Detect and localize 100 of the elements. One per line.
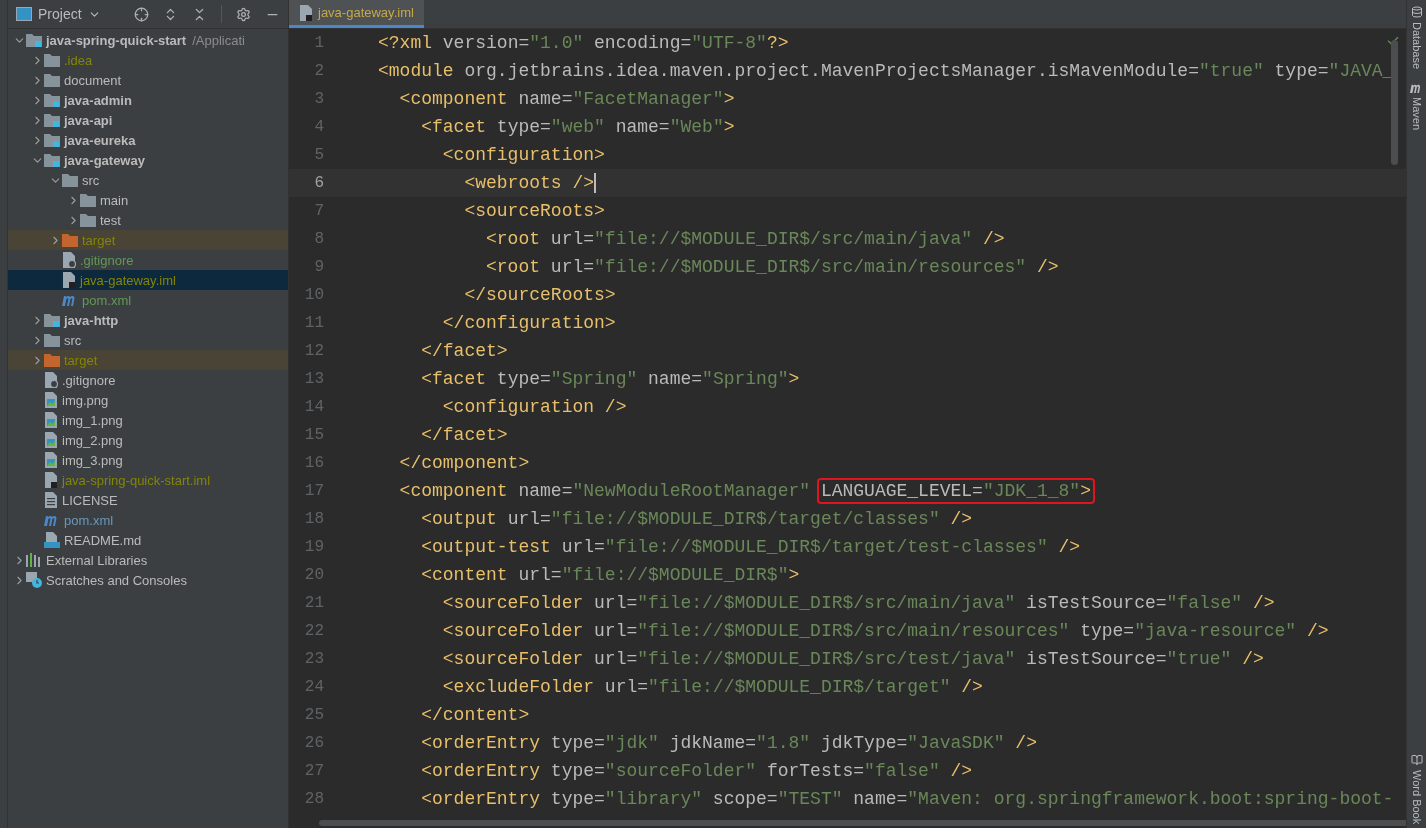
tree-item[interactable]: .gitignore: [8, 250, 288, 270]
tree-item-label: document: [64, 72, 122, 88]
code-line: <sourceFolder url="file://$MODULE_DIR$/src/test/java" isTestSource="true" />: [441, 649, 1264, 669]
module-folder-icon: [44, 93, 60, 107]
line-number: 22: [303, 622, 324, 640]
maven-icon: [1410, 83, 1423, 94]
code-line: <configuration />: [441, 397, 627, 417]
code-line: <orderEntry type="jdk" jdkName="1.8" jdkType="JavaSDK" />: [420, 733, 1037, 753]
tree-item-label: java-http: [64, 312, 119, 328]
folder-icon: [44, 73, 60, 87]
code-line: </facet>: [420, 341, 508, 361]
tree-item[interactable]: java-http: [8, 310, 288, 330]
tree-item[interactable]: document: [8, 70, 288, 90]
tree-item[interactable]: java-api: [8, 110, 288, 130]
tree-item[interactable]: README.md: [8, 530, 288, 550]
code-line: <orderEntry type="sourceFolder" forTests="false" />: [420, 761, 973, 781]
code-line: </content>: [420, 705, 530, 725]
file-icon: [44, 372, 58, 388]
tree-item[interactable]: java-gateway.iml: [8, 270, 288, 290]
tree-item-label: pom.xml: [64, 512, 114, 528]
tree-item[interactable]: img.png: [8, 390, 288, 410]
tree-item[interactable]: img_3.png: [8, 450, 288, 470]
tree-item[interactable]: .gitignore: [8, 370, 288, 390]
tree-item-label: java-api: [64, 112, 113, 128]
line-number: 11: [303, 314, 324, 332]
line-number: 16: [303, 454, 324, 472]
code-line: <orderEntry type="library" scope="TEST" name="Maven: org.springframework.boot:spring-boot-: [420, 789, 1394, 809]
tree-item-label: target: [64, 352, 98, 368]
line-number: 24: [303, 678, 324, 696]
line-number: 26: [303, 734, 324, 752]
line-number: 27: [303, 762, 324, 780]
highlight-box: LANGUAGE_LEVEL="JDK_1_8">: [816, 478, 1095, 504]
tree-item[interactable]: test: [8, 210, 288, 230]
settings-icon[interactable]: [236, 6, 251, 22]
line-number: 25: [303, 706, 324, 724]
tree-item[interactable]: pom.xml: [8, 510, 288, 530]
tree-item-label: External Libraries: [46, 552, 148, 568]
code-line: <content url="file://$MODULE_DIR$">: [420, 565, 800, 585]
scratches-icon: [26, 572, 42, 588]
book-icon: [1410, 753, 1423, 766]
scrollbar-thumb[interactable]: [1391, 40, 1398, 165]
line-number: 8: [313, 230, 324, 248]
tree-item[interactable]: External Libraries: [8, 550, 288, 570]
tree-item[interactable]: java-admin: [8, 90, 288, 110]
libraries-icon: [26, 553, 42, 567]
folder-icon: [44, 353, 60, 367]
tool-window-button[interactable]: Database: [1410, 22, 1423, 70]
text-caret: [594, 173, 597, 193]
module-folder-icon: [44, 113, 60, 127]
code-line: <facet type="Spring" name="Spring">: [420, 369, 800, 389]
tree-item-label: .gitignore: [62, 372, 116, 388]
image-file-icon: [44, 412, 58, 428]
line-number: 13: [303, 370, 324, 388]
scrollbar-thumb[interactable]: [319, 820, 1406, 826]
tree-item[interactable]: img_2.png: [8, 430, 288, 450]
line-number: 1: [313, 34, 324, 52]
tree-item[interactable]: main: [8, 190, 288, 210]
code-line: <sourceFolder url="file://$MODULE_DIR$/src/main/resources" type="java-resource" />: [441, 621, 1329, 641]
tree-item-label: img_2.png: [62, 432, 123, 448]
path-label: /Applicati: [192, 32, 245, 48]
tool-window-button[interactable]: Word Book: [1410, 769, 1423, 824]
tree-item-label: target: [82, 232, 116, 248]
line-number: 9: [313, 258, 324, 276]
code-line: <component name="FacetManager">: [398, 89, 735, 109]
editor-tab[interactable]: java-gateway.iml: [289, 0, 424, 28]
folder-icon: [62, 233, 78, 247]
code-line: </sourceRoots>: [463, 285, 616, 305]
tree-item-label: java-spring-quick-start.iml: [62, 472, 211, 488]
line-number: 28: [303, 790, 324, 808]
tool-window-button[interactable]: Maven: [1410, 97, 1423, 131]
line-number: 21: [303, 594, 324, 612]
tree-item[interactable]: src: [8, 170, 288, 190]
code-line: <webroots />: [463, 173, 597, 193]
tree-item-label: java-gateway: [64, 152, 145, 168]
code-line: <output url="file://$MODULE_DIR$/target/classes" />: [420, 509, 973, 529]
code-line: <facet type="web" name="Web">: [420, 117, 735, 137]
tree-item[interactable]: LICENSE: [8, 490, 288, 510]
tree-item[interactable]: java-spring-quick-start /Applicati: [8, 30, 288, 50]
tree-item[interactable]: src: [8, 330, 288, 350]
folder-icon: [80, 193, 96, 207]
panel-title[interactable]: Project: [38, 6, 82, 22]
tree-item[interactable]: java-eureka: [8, 130, 288, 150]
file-icon: [62, 272, 76, 288]
tree-item[interactable]: pom.xml: [8, 290, 288, 310]
code-line: <root url="file://$MODULE_DIR$/src/main/resources" />: [485, 257, 1059, 277]
tree-item-label: .idea: [64, 52, 93, 68]
line-number: 14: [303, 398, 324, 416]
code-line: <module org.jetbrains.idea.maven.project.MavenProjectsManager.isMavenModule="true" type="JAVA_: [378, 61, 1394, 81]
locate-icon[interactable]: [134, 6, 149, 22]
tree-item[interactable]: java-gateway: [8, 150, 288, 170]
window-icon: [16, 7, 32, 21]
tree-item[interactable]: img_1.png: [8, 410, 288, 430]
file-icon: [44, 492, 58, 508]
tree-item-label: img.png: [62, 392, 109, 408]
line-number: 12: [303, 342, 324, 360]
tree-item-label: img_1.png: [62, 412, 123, 428]
line-number: 4: [313, 118, 324, 136]
tree-item-label: .gitignore: [80, 252, 134, 268]
tree-item-label: main: [100, 192, 129, 208]
tree-item[interactable]: Scratches and Consoles: [8, 570, 288, 590]
